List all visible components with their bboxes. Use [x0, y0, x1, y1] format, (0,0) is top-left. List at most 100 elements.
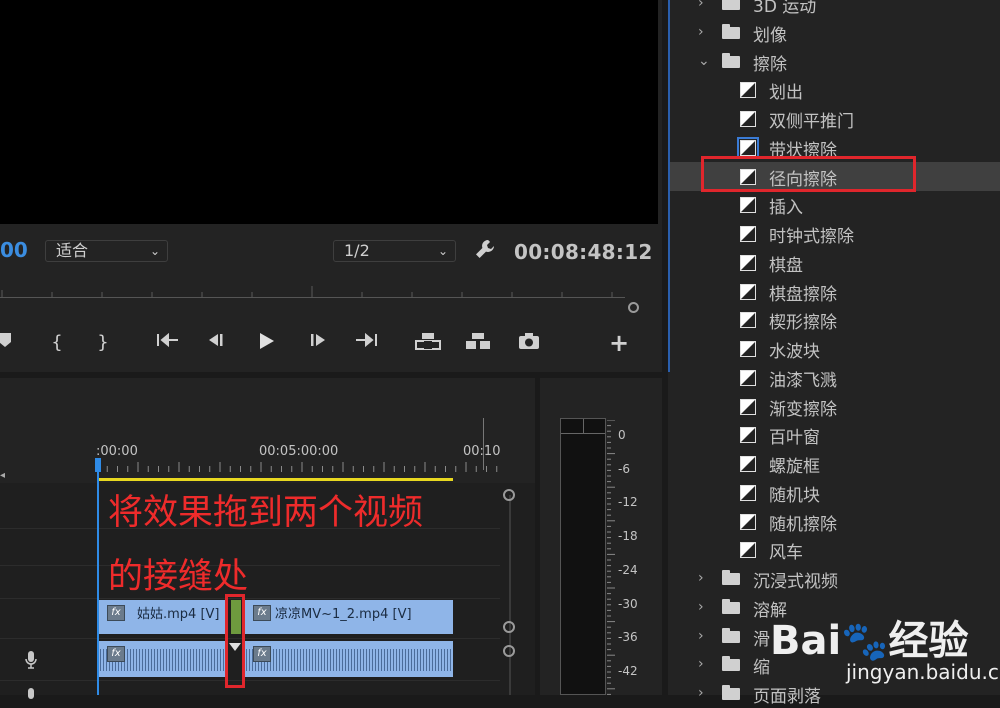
transition-effect-icon [740, 456, 756, 472]
resolution-dropdown[interactable]: 1/2 ⌄ [333, 240, 456, 262]
lift-icon[interactable] [413, 332, 443, 355]
effect-item[interactable]: 双侧平推门 [668, 104, 1000, 133]
timeline-v-scrollbar[interactable] [504, 495, 516, 695]
in-out-range-bar[interactable] [97, 478, 453, 481]
effect-label: 渐变擦除 [769, 399, 837, 420]
microphone-icon[interactable] [24, 684, 38, 703]
play-icon[interactable] [251, 332, 281, 355]
fx-badge: fx [253, 646, 271, 662]
current-timecode[interactable]: 00 [0, 238, 28, 262]
folder-icon [722, 627, 740, 643]
step-back-icon[interactable] [201, 332, 231, 353]
effect-item[interactable]: 时钟式擦除 [668, 219, 1000, 248]
scroll-handle-bottom[interactable] [503, 621, 515, 633]
effect-item[interactable]: 随机擦除 [668, 507, 1000, 536]
timeline-time-label: 00:05:00:00 [259, 444, 339, 459]
transition-effect-icon [740, 513, 756, 530]
transition-effect-icon [740, 226, 756, 242]
chevron-right-icon[interactable]: › [698, 599, 704, 615]
go-to-in-icon[interactable] [153, 332, 183, 353]
playhead-handle[interactable] [95, 458, 101, 472]
effect-folder[interactable]: ⌄ 擦除 [668, 47, 1000, 76]
audio-meter [560, 418, 606, 695]
timeline-end-tick [483, 418, 484, 470]
audio-clip-2[interactable]: fx [243, 641, 453, 677]
export-frame-icon[interactable] [514, 332, 544, 355]
fit-dropdown-value: 适合 [56, 241, 89, 260]
folder-label: 划像 [753, 25, 787, 46]
effect-item[interactable]: 划出 [668, 75, 1000, 104]
mark-in-icon[interactable]: { [42, 332, 72, 353]
effect-item[interactable]: 渐变擦除 [668, 392, 1000, 421]
effect-label: 时钟式擦除 [769, 227, 854, 247]
effect-item[interactable]: 螺旋框 [668, 449, 1000, 478]
annotation-text: 的接缝处 [108, 557, 249, 597]
effect-item[interactable]: 随机块 [668, 478, 1000, 507]
mark-out-icon[interactable]: } [88, 332, 118, 353]
db-label: -24 [618, 562, 638, 577]
effect-item[interactable]: 棋盘擦除 [668, 277, 1000, 306]
db-label: 0 [618, 428, 626, 442]
highlight-box [701, 156, 916, 192]
effect-label: 风车 [769, 543, 803, 564]
chevron-down-icon: ⌄ [437, 244, 448, 258]
folder-icon [722, 685, 740, 700]
folder-icon [722, 52, 740, 68]
chevron-right-icon[interactable]: › [698, 24, 704, 40]
chevron-down-icon: ⌄ [149, 244, 160, 258]
effect-folder[interactable]: › 划像 [668, 18, 1000, 47]
add-button-icon[interactable]: + [604, 329, 634, 357]
marker-icon[interactable] [0, 332, 20, 353]
db-ticks [607, 420, 615, 695]
audio-clip-1[interactable]: fx [97, 641, 228, 677]
effect-folder[interactable]: › 沉浸式视频 [668, 564, 1000, 593]
scroll-handle-top[interactable] [503, 489, 515, 501]
transition-effect-icon [740, 197, 756, 214]
panel-focus-border [668, 0, 670, 372]
folder-label: 擦除 [753, 54, 787, 75]
effect-label: 油漆飞溅 [769, 370, 837, 391]
wrench-icon[interactable] [474, 238, 496, 265]
effects-panel: › 3D 运动 › 划像 ⌄ 擦除 划出 双侧平推门 带状擦除 径向擦除 插入 时钟式擦除 棋盘 棋盘擦除… [668, 0, 1000, 707]
playhead-line[interactable] [97, 462, 99, 695]
step-forward-icon[interactable] [303, 332, 333, 353]
effect-item[interactable]: 百叶窗 [668, 420, 1000, 449]
transition-effect-icon [740, 341, 756, 357]
folder-icon [722, 0, 740, 10]
fit-dropdown[interactable]: 适合 ⌄ [45, 240, 168, 262]
folder-icon [722, 656, 740, 672]
timeline-ruler[interactable] [97, 462, 507, 472]
effect-item[interactable]: 风车 [668, 535, 1000, 564]
clip-label: 姑姑.mp4 [V] [137, 607, 220, 622]
chevron-right-icon[interactable]: › [698, 0, 704, 11]
chevron-right-icon[interactable]: › [698, 656, 704, 672]
chevron-right-icon[interactable]: › [698, 685, 704, 701]
effect-item[interactable]: 水波块 [668, 334, 1000, 363]
extract-icon[interactable] [463, 332, 493, 355]
scroll-handle-top[interactable] [503, 645, 515, 657]
effect-label: 棋盘擦除 [769, 284, 837, 305]
folder-label: 3D 运动 [753, 0, 817, 17]
go-to-out-icon[interactable] [351, 332, 381, 353]
chevron-right-icon[interactable]: › [698, 628, 704, 644]
effect-item[interactable]: 棋盘 [668, 248, 1000, 277]
chevron-right-icon[interactable]: › [698, 570, 704, 586]
effect-item[interactable]: 油漆飞溅 [668, 363, 1000, 392]
effect-label: 划出 [769, 83, 803, 104]
effect-label: 棋盘 [769, 255, 803, 276]
track-toggle-icon[interactable]: ◂ [0, 470, 5, 481]
zoom-scroll-handle[interactable] [628, 302, 639, 313]
transition-effect-icon [740, 111, 756, 127]
video-preview [0, 0, 658, 224]
effect-folder[interactable]: › 3D 运动 [668, 0, 1000, 18]
effect-item[interactable]: 插入 [668, 190, 1000, 219]
effect-item[interactable]: 楔形擦除 [668, 305, 1000, 334]
folder-label: 沉浸式视频 [753, 572, 838, 592]
db-label: -30 [618, 596, 638, 611]
fx-badge: fx [253, 605, 271, 621]
microphone-icon[interactable] [24, 650, 38, 674]
video-clip-1[interactable]: fx 姑姑.mp4 [V] [97, 600, 228, 634]
chevron-down-icon[interactable]: ⌄ [698, 53, 710, 69]
effect-label: 百叶窗 [769, 428, 820, 449]
video-clip-2[interactable]: fx 凉凉MV~1_2.mp4 [V] [243, 600, 453, 634]
